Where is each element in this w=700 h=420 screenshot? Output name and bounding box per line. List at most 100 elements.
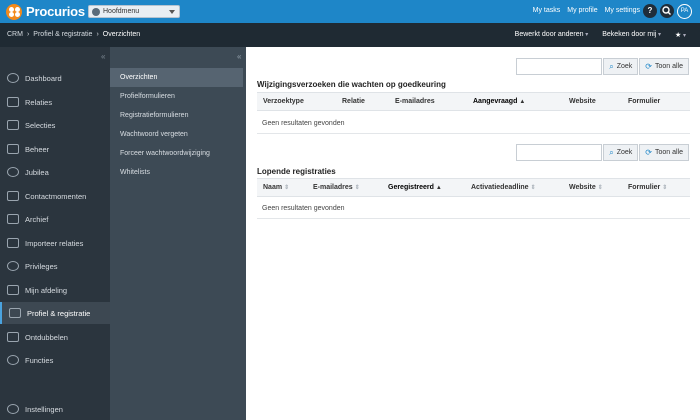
sidebar-item-dashboard[interactable]: Dashboard (0, 67, 110, 89)
section-title-wijzigingsverzoeken: Wijzigingsverzoeken die wachten op goedk… (257, 80, 446, 89)
row-divider (257, 133, 690, 134)
sidebar-item-label: Dashboard (25, 73, 62, 83)
sidebar-item-label: Beheer (25, 144, 50, 154)
col-emailadres[interactable]: E-mailadres (395, 98, 435, 105)
sidebar-item-functies[interactable]: Functies (0, 349, 110, 371)
subnav-item-whitelists[interactable]: Whitelists (110, 163, 243, 182)
procurios-logo[interactable]: Procurios (6, 3, 85, 20)
collapse-sidebar-icon[interactable]: « (101, 52, 105, 61)
tree-icon (7, 144, 19, 154)
sidebar-item-instellingen[interactable]: Instellingen (0, 398, 110, 420)
chevron-down-icon (169, 10, 175, 14)
breadcrumb-profiel[interactable]: Profiel & registratie (33, 31, 92, 38)
collapse-subnav-icon[interactable]: « (237, 52, 241, 61)
sidebar-item-label: Instellingen (25, 404, 63, 414)
toon-alle-button[interactable]: ⟳ Toon alle (639, 58, 689, 75)
zoek-button[interactable]: ⌕ Zoek (603, 144, 639, 161)
col-label: Aangevraagd (473, 98, 518, 105)
breadcrumb: CRM › Profiel & registratie › Overzichte… (7, 31, 140, 38)
table-header: Naam ⇕ E-mailadres ⇕ Geregistreerd ▲ Activa… (257, 178, 690, 197)
col-formulier[interactable]: Formulier (628, 98, 660, 105)
subnav-item-registratieformulieren[interactable]: Registratieformulieren (110, 106, 243, 125)
toon-alle-button[interactable]: ⟳ Toon alle (639, 144, 689, 161)
medal-icon (7, 167, 19, 177)
col-website[interactable]: Website (569, 98, 596, 105)
sidebar-item-label: Archief (25, 214, 49, 224)
merge-icon (7, 332, 19, 342)
search-icon: ⌕ (609, 147, 614, 157)
edited-by-others-dropdown[interactable]: Bewerkt door anderen (515, 31, 589, 39)
sidebar-item-contactmomenten[interactable]: Contactmomenten (0, 185, 110, 207)
breadcrumb-current: Overzichten (102, 31, 141, 38)
sidebar-item-label: Profiel & registratie (27, 308, 91, 318)
breadcrumb-separator: › (96, 31, 99, 38)
help-icon[interactable]: ? (643, 4, 657, 18)
col-label: Geregistreerd (388, 184, 434, 191)
sidebar-item-selecties[interactable]: Selecties (0, 114, 110, 136)
col-label: Website (569, 184, 596, 191)
archive-icon (7, 214, 19, 224)
clipboard-icon (7, 285, 19, 295)
col-label: E-mailadres (313, 184, 353, 191)
main-menu-select[interactable]: Hoofdmenu (88, 5, 180, 18)
col-naam[interactable]: Naam ⇕ (263, 184, 289, 191)
logo-text: Procurios (26, 4, 85, 19)
breadcrumb-crm[interactable]: CRM (7, 31, 23, 38)
sub-navigation: « Overzichten Profielformulieren Registr… (110, 47, 246, 420)
col-label: Formulier (628, 184, 661, 191)
col-aangevraagd[interactable]: Aangevraagd ▲ (473, 98, 525, 105)
breadcrumb-actions: Bewerkt door anderen Bekeken door mij ★ (515, 31, 686, 39)
subnav-item-wachtwoord-vergeten[interactable]: Wachtwoord vergeten (110, 125, 243, 144)
empty-message: Geen resultaten gevonden (262, 120, 345, 127)
sidebar-item-mijn-afdeling[interactable]: Mijn afdeling (0, 279, 110, 301)
selection-icon (7, 120, 19, 130)
search-icon: ⌕ (609, 61, 614, 71)
subnav-item-forceer-wachtwoordwijziging[interactable]: Forceer wachtwoordwijziging (110, 144, 243, 163)
my-profile-link[interactable]: My profile (567, 7, 597, 14)
key-icon (7, 261, 19, 271)
zoek-button[interactable]: ⌕ Zoek (603, 58, 639, 75)
col-geregistreerd[interactable]: Geregistreerd ▲ (388, 184, 442, 191)
search-row-1: ⌕ Zoek ⟳ Toon alle (516, 58, 689, 75)
gear-icon (7, 404, 19, 414)
sidebar-item-privileges[interactable]: Privileges (0, 255, 110, 277)
search-input[interactable] (516, 58, 603, 75)
breadcrumb-bar: CRM › Profiel & registratie › Overzichte… (0, 23, 700, 47)
top-bar: Procurios Hoofdmenu My tasks My profile … (0, 0, 700, 23)
viewed-by-me-dropdown[interactable]: Bekeken door mij (602, 31, 661, 39)
search-input[interactable] (516, 144, 603, 161)
sidebar-item-label: Mijn afdeling (25, 285, 68, 295)
col-website[interactable]: Website ⇕ (569, 184, 603, 191)
sort-icon: ⇕ (662, 185, 668, 191)
sidebar-item-archief[interactable]: Archief (0, 208, 110, 230)
my-settings-link[interactable]: My settings (605, 7, 640, 14)
sidebar-item-label: Ontdubbelen (25, 332, 68, 342)
sidebar-item-ontdubbelen[interactable]: Ontdubbelen (0, 326, 110, 348)
avatar[interactable]: PA (677, 4, 692, 19)
my-tasks-link[interactable]: My tasks (533, 7, 561, 14)
subnav-item-overzichten[interactable]: Overzichten (110, 68, 243, 87)
col-emailadres[interactable]: E-mailadres ⇕ (313, 184, 360, 191)
sidebar-item-relaties[interactable]: Relaties (0, 91, 110, 113)
function-icon (7, 355, 19, 365)
sidebar-item-label: Selecties (25, 120, 56, 130)
sort-icon: ⇕ (530, 185, 536, 191)
favorite-star-icon[interactable]: ★ (675, 31, 686, 39)
people-icon (7, 97, 19, 107)
col-activatiedeadline[interactable]: Activatiedeadline ⇕ (471, 184, 536, 191)
col-formulier[interactable]: Formulier ⇕ (628, 184, 667, 191)
search-icon (7, 73, 19, 83)
import-icon (7, 238, 19, 248)
sidebar-item-profiel-registratie[interactable]: Profiel & registratie (0, 302, 110, 324)
main-content: ⌕ Zoek ⟳ Toon alle Wijzigingsverzoeken d… (246, 47, 700, 420)
col-verzoektype[interactable]: Verzoektype (263, 98, 304, 105)
sort-asc-icon: ▲ (435, 185, 442, 191)
col-relatie[interactable]: Relatie (342, 98, 365, 105)
sidebar-item-importeer[interactable]: Importeer relaties (0, 232, 110, 254)
search-icon[interactable] (660, 4, 674, 18)
sidebar-item-beheer[interactable]: Beheer (0, 138, 110, 160)
sort-icon: ⇕ (354, 185, 360, 191)
section-title-lopende-registraties: Lopende registraties (257, 167, 336, 176)
subnav-item-profielformulieren[interactable]: Profielformulieren (110, 87, 243, 106)
sidebar-item-jubilea[interactable]: Jubilea (0, 161, 110, 183)
